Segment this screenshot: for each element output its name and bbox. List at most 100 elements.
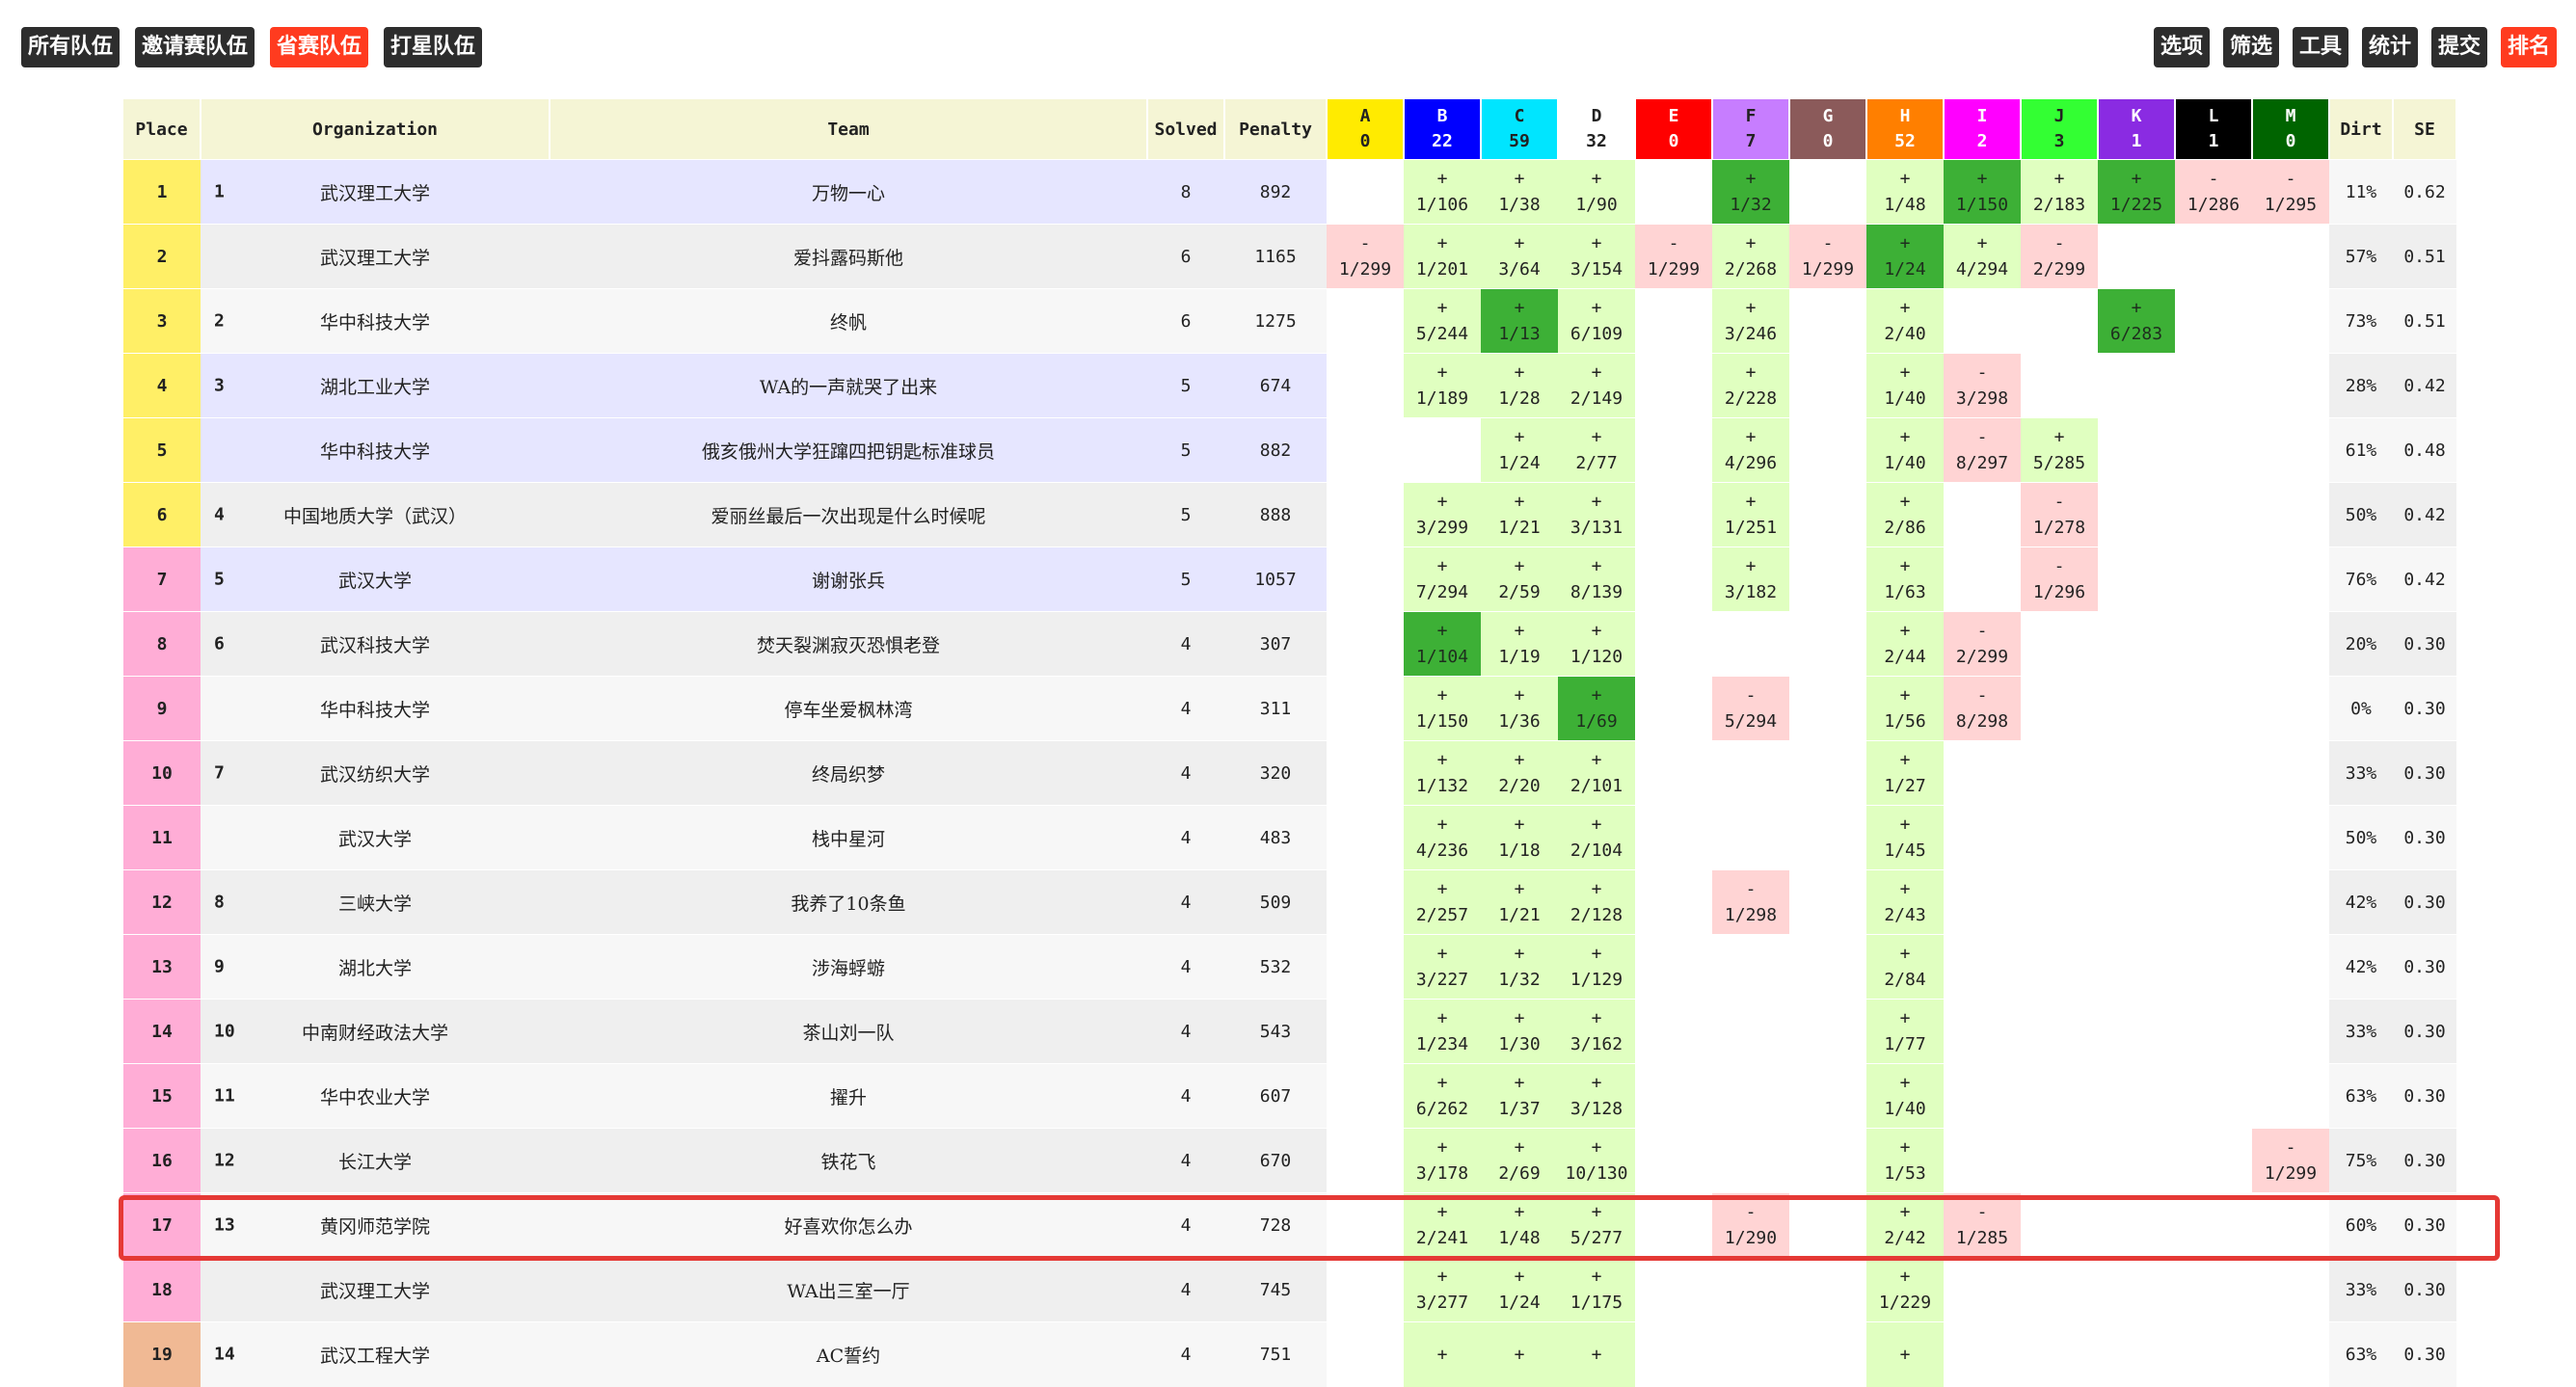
statistics-button[interactable]: 统计 [2362,27,2419,67]
problem-cell-b[interactable]: +1/132 [1404,740,1481,806]
problem-cell-d[interactable]: +2/77 [1558,417,1635,483]
problem-cell-d[interactable]: +2/128 [1558,869,1635,935]
table-row[interactable]: 19 14 武汉工程大学 AC誓约 4 751 + + + +63% 0.30 [123,1321,2456,1387]
table-row[interactable]: 6 4 中国地质大学（武汉） 爱丽丝最后一次出现是什么时候呢 5 888 +3/299 +1/… [123,482,2456,547]
problem-cell-c[interactable]: +1/28 [1481,353,1558,418]
problem-cell-b[interactable]: +7/294 [1404,547,1481,612]
problem-cell-b[interactable]: +1/106 [1404,159,1481,225]
table-row[interactable]: 13 9 湖北大学 涉海蜉蝣 4 532 +3/227 +1/32 +1/129 +2/84 42%… [123,934,2456,1000]
problem-cell-h[interactable]: +1/40 [1866,1063,1944,1129]
problem-cell-h[interactable]: +1/77 [1866,999,1944,1064]
problem-cell-c[interactable]: +1/24 [1481,1257,1558,1322]
column-header-penalty[interactable]: Penalty [1224,99,1328,160]
problem-cell-h[interactable]: +1/27 [1866,740,1944,806]
problem-cell-b[interactable]: +3/227 [1404,934,1481,1000]
problem-cell-k[interactable]: +6/283 [2098,288,2175,354]
problem-cell-d[interactable]: +3/128 [1558,1063,1635,1129]
problem-cell-j[interactable]: - 1/296 [2021,547,2098,612]
problem-cell-l[interactable]: - 1/286 [2175,159,2252,225]
problem-cell-b[interactable]: + [1404,1321,1481,1387]
problem-header-l[interactable]: L1 [2175,99,2253,160]
table-row[interactable]: 9 华中科技大学 停车坐爱枫林湾 4 311 +1/150 +1/36 +1/69-5/294… [123,676,2456,741]
table-row[interactable]: 5 华中科技大学 俄亥俄州大学狂蹿四把钥匙标准球员 5 882 +1/24 +2/77 +4/… [123,417,2456,483]
problem-cell-d[interactable]: +5/277 [1558,1192,1635,1258]
problem-cell-f[interactable]: - 1/298 [1712,869,1789,935]
problem-cell-h[interactable]: +1/40 [1866,417,1944,483]
problem-cell-c[interactable]: +1/38 [1481,159,1558,225]
problem-cell-h[interactable]: +2/43 [1866,869,1944,935]
problem-cell-h[interactable]: + [1866,1321,1944,1387]
problem-cell-d[interactable]: +1/120 [1558,611,1635,677]
table-row[interactable]: 3 2 华中科技大学 终帆 6 1275 +5/244 +1/13 +6/109 +3/246 +2… [123,288,2456,354]
column-header-dirt[interactable]: Dirt [2329,99,2394,160]
problem-cell-b[interactable]: +1/201 [1404,224,1481,289]
filter-button[interactable]: 筛选 [2223,27,2280,67]
problem-cell-a[interactable]: - 1/299 [1327,224,1404,289]
problem-cell-d[interactable]: +3/162 [1558,999,1635,1064]
problem-header-m[interactable]: M0 [2252,99,2330,160]
table-row[interactable]: 14 10 中南财经政法大学 茶山刘一队 4 543 +1/234 +1/30 +3/162 +1… [123,999,2456,1064]
problem-cell-c[interactable]: +1/48 [1481,1192,1558,1258]
problem-cell-d[interactable]: +3/131 [1558,482,1635,547]
problem-cell-c[interactable]: +1/36 [1481,676,1558,741]
problem-header-k[interactable]: K1 [2098,99,2176,160]
tools-button[interactable]: 工具 [2293,27,2349,67]
problem-cell-e[interactable]: - 1/299 [1635,224,1712,289]
problem-header-h[interactable]: H 52 [1866,99,1945,160]
problem-cell-d[interactable]: +1/69 [1558,676,1635,741]
problem-header-c[interactable]: C 59 [1481,99,1559,160]
table-row[interactable]: 15 11 华中农业大学 擢升 4 607 +6/262 +1/37 +3/128 +1/40 63… [123,1063,2456,1129]
problem-cell-b[interactable]: +5/244 [1404,288,1481,354]
problem-cell-j[interactable]: - 2/299 [2021,224,2098,289]
problem-cell-c[interactable]: +1/32 [1481,934,1558,1000]
problem-cell-d[interactable]: +1/90 [1558,159,1635,225]
problem-cell-k[interactable]: +1/225 [2098,159,2175,225]
problem-cell-b[interactable]: +3/299 [1404,482,1481,547]
problem-cell-m[interactable]: - 1/295 [2252,159,2329,225]
problem-cell-b[interactable]: +1/150 [1404,676,1481,741]
table-row[interactable]: 12 8 三峡大学 我养了10条鱼 4 509 +2/257 +1/21 +2/128-1/29… [123,869,2456,935]
table-row[interactable]: 8 6 武汉科技大学 焚天裂渊寂灭恐惧老登 4 307 +1/104 +1/19 +1/120 +… [123,611,2456,677]
problem-cell-h[interactable]: +2/84 [1866,934,1944,1000]
problem-header-i[interactable]: I2 [1944,99,2022,160]
problem-cell-f[interactable]: +4/296 [1712,417,1789,483]
table-row[interactable]: 11 武汉大学 栈中星河 4 483 +4/236 +1/18 +2/104 +1/45 50% 0… [123,805,2456,870]
problem-cell-b[interactable]: +1/189 [1404,353,1481,418]
problem-cell-j[interactable]: +5/285 [2021,417,2098,483]
problem-cell-c[interactable]: +1/18 [1481,805,1558,870]
problem-cell-b[interactable]: +6/262 [1404,1063,1481,1129]
problem-cell-h[interactable]: +2/42 [1866,1192,1944,1258]
problem-cell-d[interactable]: +6/109 [1558,288,1635,354]
table-row[interactable]: 7 5 武汉大学 谢谢张兵 5 1057 +7/294 +2/59 +8/139 +3/182 +1… [123,547,2456,612]
problem-cell-i[interactable]: - 1/285 [1944,1192,2021,1258]
table-row[interactable]: 16 12 长江大学 铁花飞 4 670 +3/178 +2/69 +10/130 +1/53-1… [123,1128,2456,1193]
table-row[interactable]: 18 武汉理工大学 WA出三室一厅 4 745 +3/277 +1/24 +1/175 +1/2… [123,1257,2456,1322]
problem-cell-h[interactable]: +1/48 [1866,159,1944,225]
problem-cell-i[interactable]: - 2/299 [1944,611,2021,677]
problem-cell-b[interactable]: +2/241 [1404,1192,1481,1258]
problem-cell-d[interactable]: +2/104 [1558,805,1635,870]
table-row[interactable]: 2 武汉理工大学 爱抖露码斯他 6 1165-1/299 +1/201 +3/64 +3/15… [123,224,2456,289]
problem-cell-i[interactable]: +4/294 [1944,224,2021,289]
problem-cell-f[interactable]: - 5/294 [1712,676,1789,741]
problem-cell-d[interactable]: +3/154 [1558,224,1635,289]
problem-cell-f[interactable]: +1/251 [1712,482,1789,547]
problem-cell-j[interactable]: +2/183 [2021,159,2098,225]
problem-cell-d[interactable]: +1/129 [1558,934,1635,1000]
table-row[interactable]: 10 7 武汉纺织大学 终局织梦 4 320 +1/132 +2/20 +2/101 +1/27 3… [123,740,2456,806]
problem-cell-f[interactable]: +2/228 [1712,353,1789,418]
problem-cell-h[interactable]: +1/63 [1866,547,1944,612]
problem-cell-h[interactable]: +2/44 [1866,611,1944,677]
problem-cell-i[interactable]: - 3/298 [1944,353,2021,418]
problem-cell-b[interactable]: +4/236 [1404,805,1481,870]
problem-cell-i[interactable]: +1/150 [1944,159,2021,225]
problem-cell-c[interactable]: +1/30 [1481,999,1558,1064]
problem-cell-b[interactable]: +2/257 [1404,869,1481,935]
table-row[interactable]: 1 1 武汉理工大学 万物一心 8 892 +1/106 +1/38 +1/90 +1/32 +1/… [123,159,2456,225]
problem-cell-f[interactable]: +2/268 [1712,224,1789,289]
table-row[interactable]: 17 13 黄冈师范学院 好喜欢你怎么办 4 728 +2/241 +1/48 +5/277-1… [123,1192,2456,1258]
submissions-button[interactable]: 提交 [2431,27,2488,67]
problem-cell-f[interactable]: - 1/290 [1712,1192,1789,1258]
problem-cell-i[interactable]: - 8/297 [1944,417,2021,483]
filter-provincial-teams-button[interactable]: 省赛队伍 [270,27,369,67]
